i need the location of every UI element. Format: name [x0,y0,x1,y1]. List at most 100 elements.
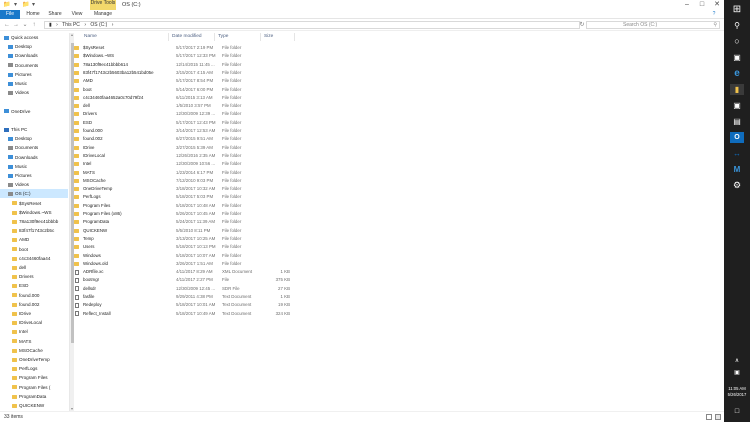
column-header-date-modified[interactable]: Date modified [172,34,202,40]
file-row[interactable]: PerfLogs 5/18/2017 5:03 PM File folder [74,193,374,201]
nav-item[interactable]: found.002 [0,300,68,309]
quick-access-toolbar-icon[interactable]: ▾ [14,1,17,9]
file-row[interactable]: QUICKENW 5/5/2010 8:11 PM File folder [74,227,374,235]
outlook-icon[interactable]: O [730,132,744,143]
nav-item[interactable]: OneDrive [0,107,68,116]
nav-item[interactable]: AMD [0,235,68,244]
file-row[interactable]: found.002 6/27/2015 9:51 AM File folder [74,135,374,143]
edge-icon[interactable]: e [730,68,744,79]
file-row[interactable]: boot 5/14/2017 6:00 PM File folder [74,86,374,94]
nav-item[interactable]: Pictures [0,70,68,79]
nav-item[interactable]: dell [0,263,68,272]
nav-item[interactable]: IDriveLocal [0,318,68,327]
file-row[interactable]: 83f47f1743c2b5603ba12b541bd05e 3/15/2017 … [74,69,374,77]
file-row[interactable]: Program Files 5/18/2017 10:48 AM File fold… [74,202,374,210]
file-row[interactable]: ProgramData 5/24/2017 11:39 AM File folder [74,218,374,226]
nav-item[interactable]: Pictures [0,171,68,180]
maximize-icon[interactable]: □ [695,0,709,9]
store-icon[interactable]: ▣ [730,100,744,111]
column-divider[interactable] [168,33,169,41]
nav-item[interactable]: Desktop [0,42,68,51]
store-bag-icon[interactable]: ▤ [730,116,744,127]
file-row[interactable]: c4c34460faa4652a0c70d79f24 6/11/2015 3:13… [74,94,374,102]
tab-share[interactable]: Share [46,10,64,19]
nav-item[interactable]: OneDriveTemp [0,355,68,364]
nav-item[interactable]: found.000 [0,291,68,300]
minimize-icon[interactable]: – [680,0,694,9]
address-box[interactable]: ▮ › This PC › OS (C:) › [44,21,580,29]
nav-item[interactable]: Downloads [0,153,68,162]
teamviewer-icon[interactable]: ↔ [730,148,744,159]
recent-locations-icon[interactable]: ⌄ [21,21,29,29]
nav-item[interactable]: boot [0,245,68,254]
column-divider[interactable] [260,33,261,41]
network-icon[interactable]: ▣ [730,368,744,379]
nav-item[interactable]: IDrive [0,309,68,318]
nav-item[interactable]: Program Files ( [0,383,68,392]
column-divider[interactable] [214,33,215,41]
tab-manage[interactable]: Manage [90,10,116,19]
file-row[interactable]: Drivers 12/30/2009 12:39 ... File folder [74,110,374,118]
cortana-icon[interactable]: ○ [730,36,744,47]
help-icon[interactable]: ? [708,10,720,19]
file-row[interactable]: Redeploy 5/18/2017 10:01 AM Text Document 1… [74,301,374,309]
nav-item[interactable]: This PC [0,125,68,134]
file-row[interactable]: Reflect_Install 5/18/2017 10:49 AM Text Do… [74,310,374,318]
column-divider[interactable] [294,33,295,41]
file-row[interactable]: IDriveLocal 12/26/2016 2:35 AM File folder [74,152,374,160]
customize-toolbar-icon[interactable]: ▾ [32,1,35,9]
nav-item[interactable]: Intel [0,327,68,336]
nav-item[interactable]: MATS [0,337,68,346]
file-row[interactable]: MSOCache 7/12/2010 9:03 PM File folder [74,177,374,185]
start-icon[interactable]: ⊞ [730,4,744,15]
nav-item[interactable]: Drivers [0,272,68,281]
breadcrumb-this-pc[interactable]: This PC [62,22,80,28]
nav-item[interactable]: Music [0,79,68,88]
file-row[interactable]: Users 5/18/2017 10:13 PM File folder [74,243,374,251]
nav-item[interactable]: Documents [0,143,68,152]
file-row[interactable]: Program Files (x86) 5/26/2017 10:45 AM Fil… [74,210,374,218]
file-row[interactable]: Intel 12/30/2009 10:56 ... File folder [74,160,374,168]
file-explorer-icon[interactable]: ▮ [730,84,744,95]
nav-item[interactable]: Videos [0,180,68,189]
nav-item[interactable]: ESD [0,281,68,290]
nav-item[interactable]: 78a130f9ec41bbbb [0,217,68,226]
nav-item[interactable]: Desktop [0,134,68,143]
file-row[interactable]: $Windows.~WS 5/17/2017 12:33 PM File folde… [74,52,374,60]
nav-item[interactable]: $SysReset [0,199,68,208]
nav-item[interactable]: Videos [0,88,68,97]
file-row[interactable]: dellsdr 12/30/2009 12:45 ... SDR File 27 KB [74,285,374,293]
nav-item[interactable]: c4c34460faa44 [0,254,68,263]
search-icon[interactable]: ⚲ [730,20,744,31]
file-row[interactable]: ESD 5/17/2017 12:43 PM File folder [74,119,374,127]
nav-item[interactable]: OS (C:) [0,189,68,199]
nav-item[interactable]: 83f47f1743c2b5c [0,226,68,235]
file-row[interactable]: IDrive 3/27/2015 5:39 AM File folder [74,144,374,152]
file-row[interactable]: MATS 1/23/2014 6:17 PM File folder [74,169,374,177]
nav-item[interactable]: Downloads [0,51,68,60]
column-header-name[interactable]: Name [84,34,97,40]
file-row[interactable]: fasfile 9/29/2011 4:38 PM Text Document 1 K… [74,293,374,301]
large-icons-view-icon[interactable] [715,414,721,420]
nav-item[interactable]: Documents [0,61,68,70]
file-row[interactable]: dell 1/5/2010 3:57 PM File folder [74,102,374,110]
nav-item[interactable]: QUICKENW [0,401,68,410]
close-icon[interactable]: ✕ [710,0,724,9]
back-arrow-icon[interactable]: ← [3,21,11,29]
nav-item[interactable]: Music [0,162,68,171]
refresh-icon[interactable]: ↻ [578,21,586,29]
forward-arrow-icon[interactable]: → [12,21,20,29]
column-header-size[interactable]: Size [264,34,273,40]
column-header-type[interactable]: Type [218,34,228,40]
file-row[interactable]: Windows 5/18/2017 10:07 AM File folder [74,252,374,260]
file-row[interactable]: Windows.old 3/26/2017 1:51 AM File folder [74,260,374,268]
nav-item[interactable]: Program Files [0,373,68,382]
folder-icon[interactable]: 📁 [22,1,29,9]
nav-item[interactable]: Quick access [0,33,68,42]
file-row[interactable]: $SysReset 5/17/2017 2:19 PM File folder [74,44,374,52]
nav-item[interactable]: PerfLogs [0,364,68,373]
file-row[interactable]: 78a130f9ec41bbbb614 12/14/2015 11:45 ... F… [74,61,374,69]
file-row[interactable]: AMD 5/17/2017 8:54 PM File folder [74,77,374,85]
nav-item[interactable]: MSOCache [0,346,68,355]
notification-area-icon[interactable]: ∧ [730,356,744,367]
